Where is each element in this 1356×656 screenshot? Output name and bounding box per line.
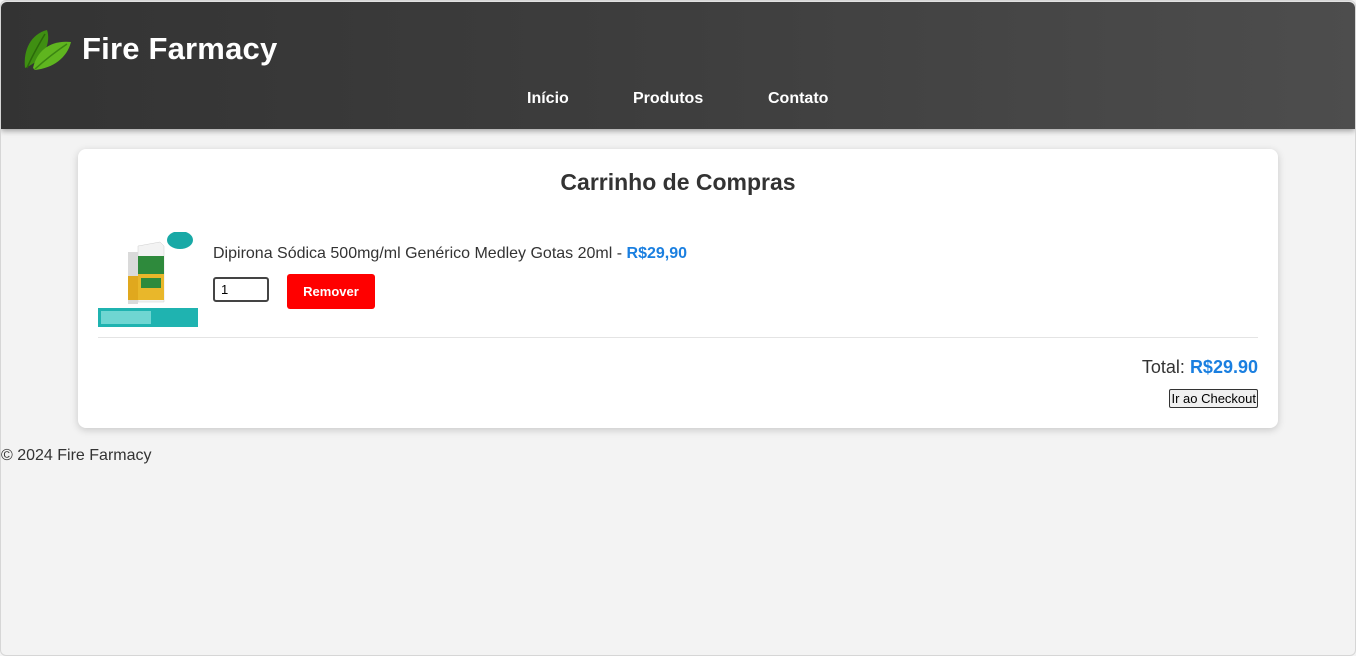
brand-title[interactable]: Fire Farmacy — [82, 31, 277, 67]
nav-link-produtos[interactable]: Produtos — [633, 90, 703, 108]
remove-button[interactable]: Remover — [287, 274, 375, 309]
total-value: R$29.90 — [1189, 357, 1258, 377]
nav-link-inicio[interactable]: Início — [527, 90, 569, 108]
page: Fire Farmacy Início Produtos Contato Car… — [0, 0, 1356, 656]
cart-card: Carrinho de Compras Dipirona Sódica 500m… — [78, 149, 1278, 428]
cart-item-separator: - — [612, 245, 627, 262]
cart-total: Total: R$29.90 — [1142, 357, 1258, 378]
quantity-input[interactable] — [213, 277, 269, 302]
site-header: Fire Farmacy Início Produtos Contato — [1, 2, 1355, 129]
site-footer: © 2024 Fire Farmacy — [1, 447, 152, 464]
nav-link-contato[interactable]: Contato — [768, 90, 828, 108]
medicine-box-image — [98, 232, 198, 327]
leaf-icon[interactable] — [21, 24, 73, 72]
checkout-button[interactable]: Ir ao Checkout — [1169, 389, 1258, 408]
cart-item-price: R$29,90 — [626, 245, 688, 262]
cart-item-name: Dipirona Sódica 500mg/ml Genérico Medley… — [213, 245, 613, 262]
divider — [98, 337, 1258, 338]
cart-item-description: Dipirona Sódica 500mg/ml Genérico Medley… — [213, 245, 687, 263]
cart-title: Carrinho de Compras — [560, 169, 796, 195]
total-label: Total: — [1141, 357, 1185, 377]
